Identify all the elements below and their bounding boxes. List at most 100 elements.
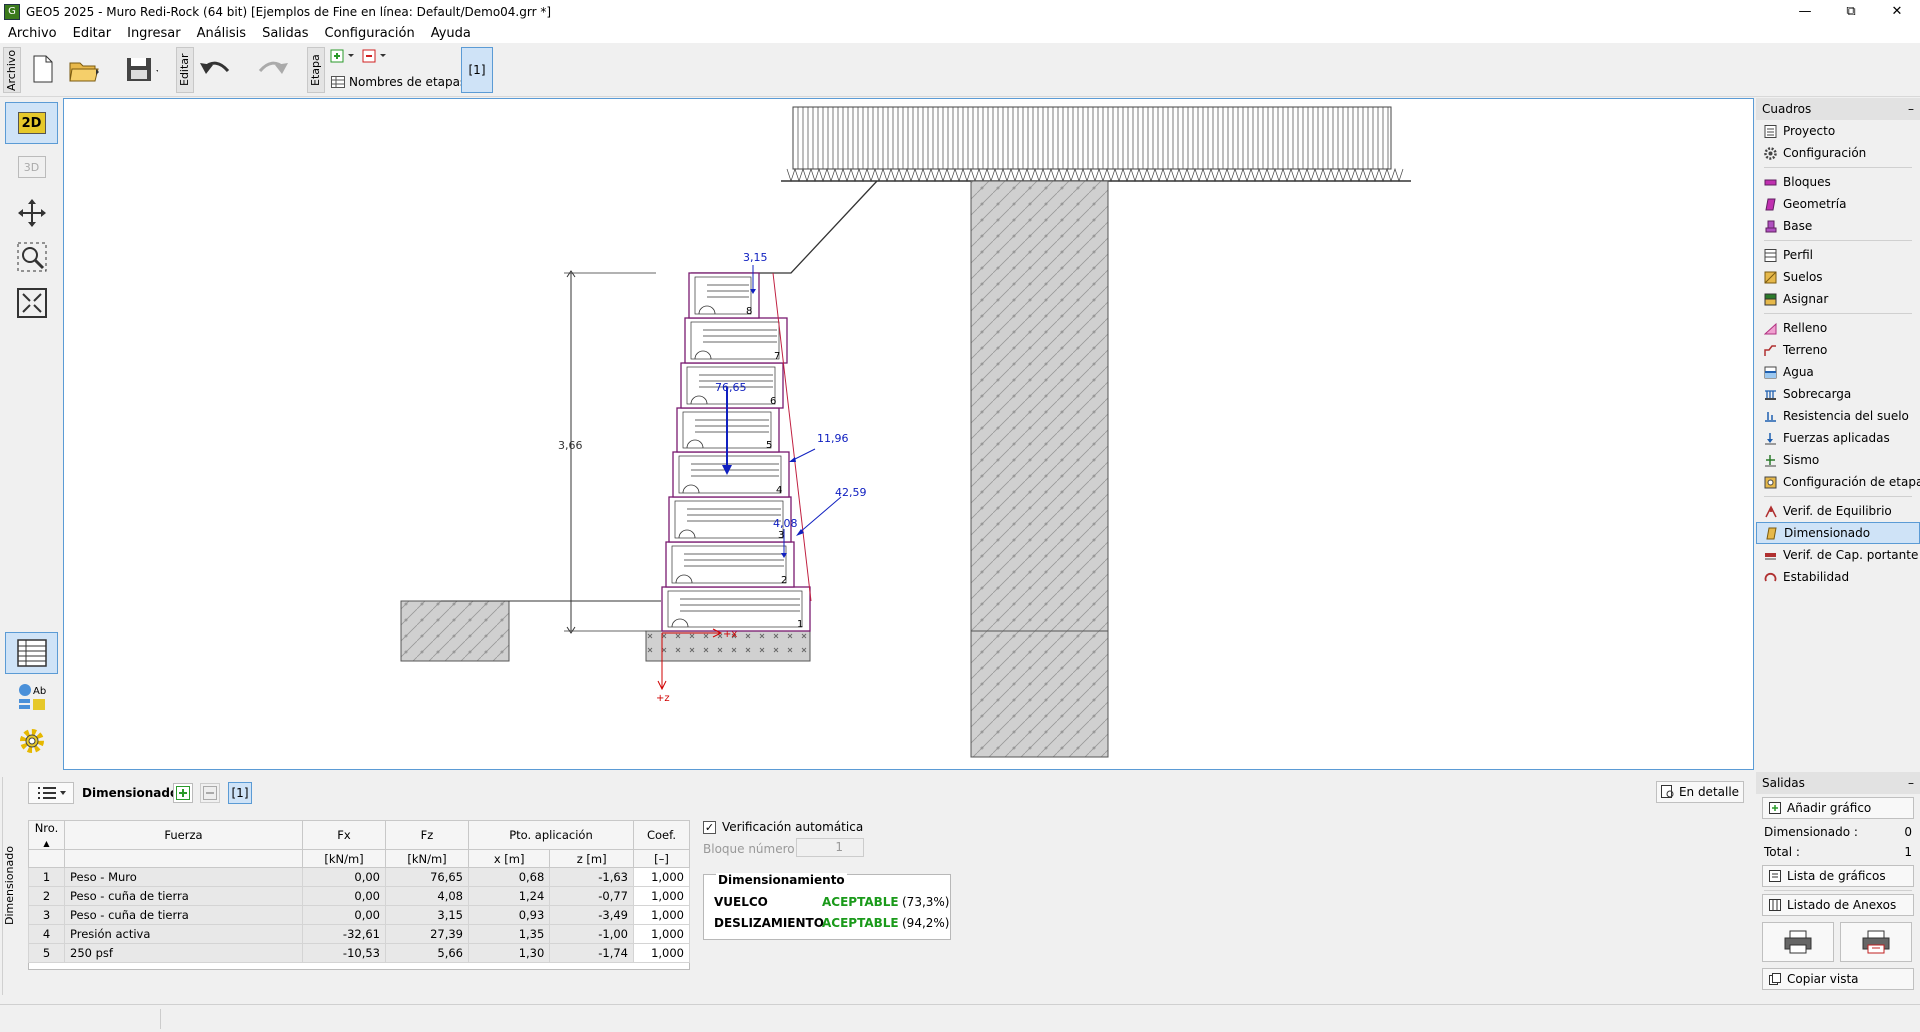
table-row[interactable]: 1 Peso - Muro 0,00 76,65 0,68 -1,63 1,000 [28, 867, 690, 887]
cuadros-item-forces[interactable]: Fuerzas aplicadas [1756, 427, 1920, 449]
list-menu-button[interactable] [28, 782, 74, 804]
base-icon [1765, 220, 1777, 232]
minimize-button[interactable]: — [1782, 0, 1828, 23]
table-row[interactable]: 3 Peso - cuña de tierra 0,00 3,15 0,93 -3,49 1… [28, 905, 690, 925]
checkbox-checked-icon[interactable]: ✓ [703, 820, 716, 834]
table-cell[interactable]: 1,000 [633, 943, 690, 963]
cuadros-item-stage-settings[interactable]: Configuración de etapa [1756, 471, 1920, 493]
restore-button[interactable]: ⧉ [1828, 0, 1874, 23]
fit-view-icon [16, 288, 47, 318]
cuadros-item-blocks[interactable]: Bloques [1756, 171, 1920, 193]
col-header-pto[interactable]: Pto. aplicación [468, 820, 634, 850]
annex-list-button[interactable]: Listado de Anexos [1762, 894, 1914, 916]
result-pct: (94,2%) [902, 916, 950, 930]
menu-editar[interactable]: Editar [65, 26, 120, 41]
drawing-settings-button[interactable]: Ab [5, 676, 58, 718]
view-3d-button[interactable]: 3D [5, 146, 58, 188]
table-view-button[interactable] [5, 632, 58, 674]
remove-row-button[interactable] [200, 783, 220, 803]
table-row[interactable]: 5 250 psf -10,53 5,66 1,30 -1,74 1,000 [28, 943, 690, 963]
cuadros-item-soils[interactable]: Suelos [1756, 266, 1920, 288]
cuadros-item-resistance[interactable]: Resistencia del suelo [1756, 405, 1920, 427]
open-file-button[interactable] [68, 51, 102, 87]
menu-ingresar[interactable]: Ingresar [119, 26, 188, 41]
menu-salidas[interactable]: Salidas [254, 26, 316, 41]
remove-stage-icon[interactable] [362, 49, 388, 63]
cuadros-item-document[interactable]: Proyecto [1756, 120, 1920, 142]
collapse-icon[interactable]: – [1908, 102, 1914, 116]
table-cell: -1,00 [549, 924, 634, 944]
close-button[interactable]: ✕ [1874, 0, 1920, 23]
total-count-value: 1 [1904, 845, 1912, 859]
table-row[interactable]: 4 Presión activa -32,61 27,39 1,35 -1,00 1,000 [28, 924, 690, 944]
cuadros-item-earthquake[interactable]: Sismo [1756, 449, 1920, 471]
col-header-nro[interactable]: Nro. ▲ [28, 820, 65, 850]
zoom-button[interactable] [5, 236, 58, 278]
add-graphic-button[interactable]: Añadir gráfico [1762, 797, 1914, 819]
menu-archivo[interactable]: Archivo [0, 26, 65, 41]
cuadros-item-geometry[interactable]: Geometría [1756, 193, 1920, 215]
table-row[interactable]: 2 Peso - cuña de tierra 0,00 4,08 1,24 -0,77 1… [28, 886, 690, 906]
cuadros-item-label: Proyecto [1783, 124, 1836, 138]
col-header-fz[interactable]: Fz [385, 820, 469, 850]
cuadros-item-water[interactable]: Agua [1756, 361, 1920, 383]
cuadros-item-equilibrium[interactable]: Verif. de Equilibrio [1756, 500, 1920, 522]
stage-names-button[interactable]: Nombres de etapas [331, 75, 466, 89]
new-file-button[interactable] [26, 51, 60, 87]
cuadros-item-gear[interactable]: Configuración [1756, 142, 1920, 164]
col-header-coef[interactable]: Coef. [633, 820, 690, 850]
cuadros-item-stability[interactable]: Estabilidad [1756, 566, 1920, 588]
add-stage-icon[interactable] [330, 49, 356, 63]
collapse-icon[interactable]: – [1908, 776, 1914, 790]
table-cell: 3 [28, 905, 65, 925]
cuadros-item-dimensioning[interactable]: Dimensionado [1756, 522, 1920, 544]
save-button[interactable] [124, 51, 158, 87]
menu-analisis[interactable]: Análisis [189, 26, 254, 41]
pan-button[interactable] [5, 192, 58, 234]
table-cell[interactable]: 1,000 [633, 867, 690, 887]
cuadros-item-assign[interactable]: Asignar [1756, 288, 1920, 310]
stage-1-tab[interactable]: [1] [228, 782, 252, 804]
table-icon [16, 639, 47, 667]
menu-ayuda[interactable]: Ayuda [423, 26, 479, 41]
drawing-canvas[interactable]: 1 2 3 4 5 6 7 8 3,66 3,15 76,65 11,96 42,59 4,0… [63, 98, 1754, 770]
settings-button[interactable] [5, 720, 58, 762]
detail-button[interactable]: En detalle [1656, 781, 1744, 803]
graphics-list-button[interactable]: Lista de gráficos [1762, 865, 1914, 887]
archivo-tab[interactable]: Archivo [3, 47, 21, 93]
table-cell[interactable]: 1,000 [633, 924, 690, 944]
cuadros-item-profile[interactable]: Perfil [1756, 244, 1920, 266]
cuadros-item-backfill[interactable]: Relleno [1756, 317, 1920, 339]
col-header-fuerza[interactable]: Fuerza [64, 820, 303, 850]
menu-configuracion[interactable]: Configuración [317, 26, 423, 41]
copy-view-button[interactable]: Copiar vista [1762, 968, 1914, 990]
table-cell: 5 [28, 943, 65, 963]
cuadros-item-surcharge[interactable]: Sobrecarga [1756, 383, 1920, 405]
col-header-fx[interactable]: Fx [302, 820, 386, 850]
stage-1-button[interactable]: [1] [461, 47, 493, 93]
table-cell[interactable]: 1,000 [633, 905, 690, 925]
resistance-icon [1765, 411, 1776, 422]
style-icon: Ab [18, 684, 46, 710]
table-cell: 0,68 [467, 867, 551, 887]
undo-button[interactable] [198, 51, 232, 87]
print-export-button[interactable] [1840, 922, 1912, 962]
print-button[interactable] [1762, 922, 1834, 962]
equilibrium-icon [1765, 504, 1777, 517]
fit-view-button[interactable] [5, 282, 58, 324]
etapa-tab[interactable]: Etapa [307, 47, 325, 93]
water-icon [1764, 366, 1777, 378]
surcharge-icon [1765, 389, 1776, 400]
blocks-icon [1764, 179, 1777, 185]
view-2d-button[interactable]: 2D [5, 102, 58, 144]
cuadros-item-base[interactable]: Base [1756, 215, 1920, 237]
table-cell[interactable]: 1,000 [633, 886, 690, 906]
add-row-button[interactable] [173, 783, 193, 803]
cuadros-item-bearing[interactable]: Verif. de Cap. portante [1756, 544, 1920, 566]
force-label-1: 3,15 [743, 251, 768, 264]
cuadros-item-terrain[interactable]: Terreno [1756, 339, 1920, 361]
redo-button[interactable] [254, 51, 288, 87]
block-number-input[interactable]: 1 [796, 838, 864, 857]
editar-tab[interactable]: Editar [176, 47, 194, 93]
auto-check-toggle[interactable]: ✓ Verificación automática [703, 820, 863, 834]
